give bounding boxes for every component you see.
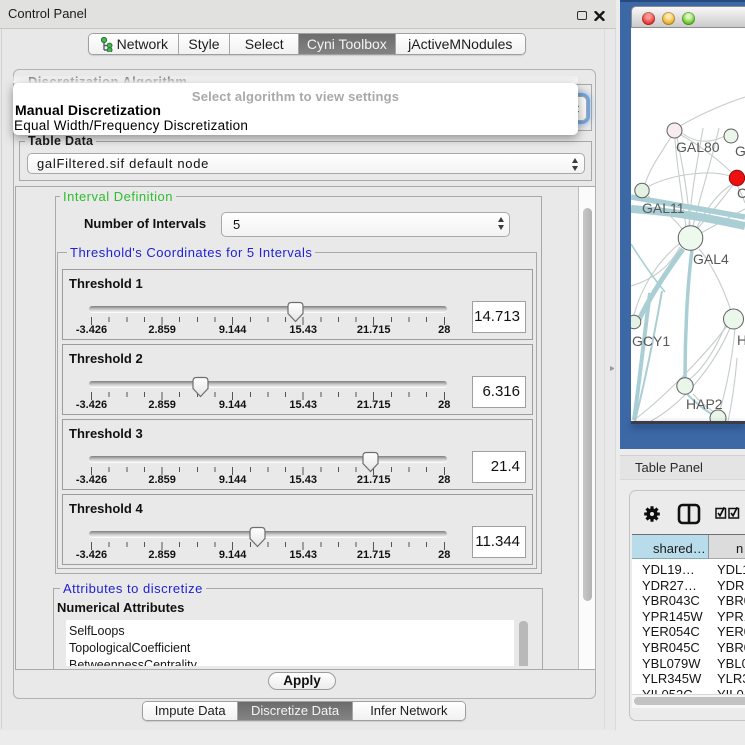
svg-text:GAL11: GAL11 bbox=[642, 200, 685, 216]
svg-text:GA: GA bbox=[735, 143, 745, 159]
svg-text:C: C bbox=[737, 185, 745, 201]
svg-text:GAL4: GAL4 bbox=[693, 251, 729, 267]
svg-text:GCY1: GCY1 bbox=[632, 333, 670, 349]
svg-text:GAL80: GAL80 bbox=[676, 139, 720, 155]
svg-text:HAP2: HAP2 bbox=[686, 396, 723, 412]
svg-text:H: H bbox=[737, 332, 745, 348]
